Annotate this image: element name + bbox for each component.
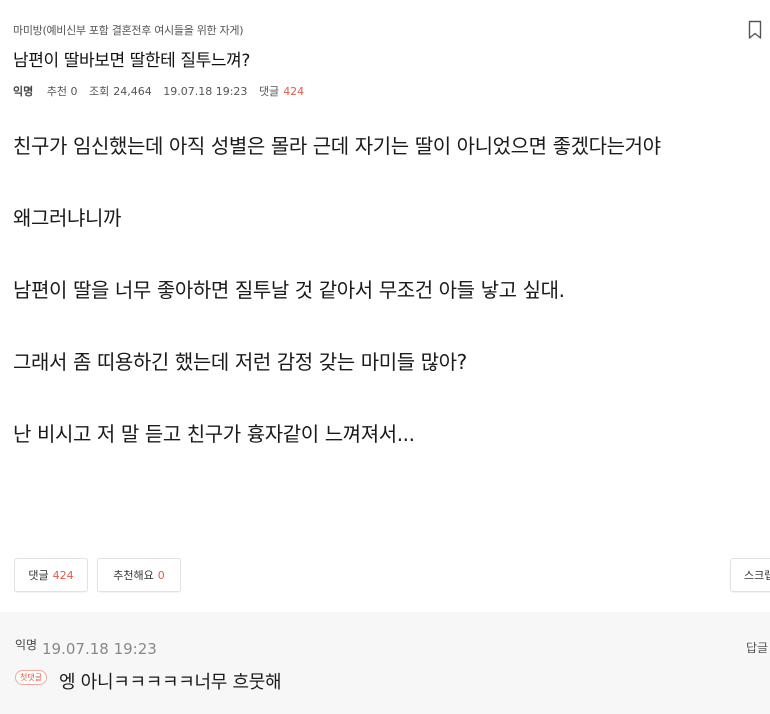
recommend-count: 추천 0 [46, 85, 78, 98]
post-meta: 익명 추천 0 조회 24,464 19.07.18 19:23 댓글 424 [13, 83, 312, 99]
body-paragraph: 난 비시고 저 말 듣고 친구가 흉자같이 느껴져서... [13, 422, 415, 446]
body-paragraph: 그래서 좀 띠용하긴 했는데 저런 감정 갖는 마미들 많아? [13, 350, 467, 374]
body-paragraph: 남편이 딸을 너무 좋아하면 질투날 것 같아서 무조건 아들 낳고 싶대. [13, 278, 565, 302]
post-title: 남편이 딸바보면 딸한테 질투느껴? [13, 51, 250, 71]
comment-section: 익명 19.07.18 19:23 답글 첫댓글 엥 아니ㅋㅋㅋㅋㅋ너무 흐뭇해 [0, 612, 770, 714]
comments-value: 424 [283, 85, 305, 98]
comment-text: 엥 아니ㅋㅋㅋㅋㅋ너무 흐뭇해 [59, 672, 282, 693]
comment-button[interactable]: 댓글 424 [14, 558, 88, 592]
post-category[interactable]: 마미방(예비신부 포함 결혼전후 여시들을 위한 자게) [13, 22, 243, 38]
comment-button-count: 424 [52, 568, 74, 582]
recommend-button-label: 추천해요 [113, 569, 154, 582]
views-value: 24,464 [113, 85, 152, 98]
body-paragraph: 친구가 임신했는데 아직 성별은 몰라 근데 자기는 딸이 아니었으면 좋겠다는… [13, 134, 661, 158]
views-label: 조회 [89, 85, 110, 98]
comments-label: 댓글 [258, 85, 280, 98]
post-date: 19.07.18 19:23 [163, 85, 248, 98]
scrap-button[interactable]: 스크랩 [730, 558, 770, 592]
recommend-button-count: 0 [157, 568, 165, 582]
comment-button-label: 댓글 [28, 569, 49, 582]
author-name: 익명 [13, 85, 34, 98]
recommend-button[interactable]: 추천해요 0 [97, 558, 181, 592]
body-paragraph: 왜그러냐니까 [13, 206, 121, 230]
views-count: 조회 24,464 [89, 85, 152, 98]
scrap-button-label: 스크랩 [744, 569, 770, 582]
comment-author: 익명 [15, 638, 38, 652]
comments-count[interactable]: 댓글 424 [259, 85, 304, 98]
first-comment-badge: 첫댓글 [15, 670, 48, 685]
comment-date: 19.07.18 19:23 [42, 640, 157, 658]
reply-button[interactable]: 답글 [746, 639, 768, 656]
bookmark-icon[interactable] [748, 20, 762, 40]
